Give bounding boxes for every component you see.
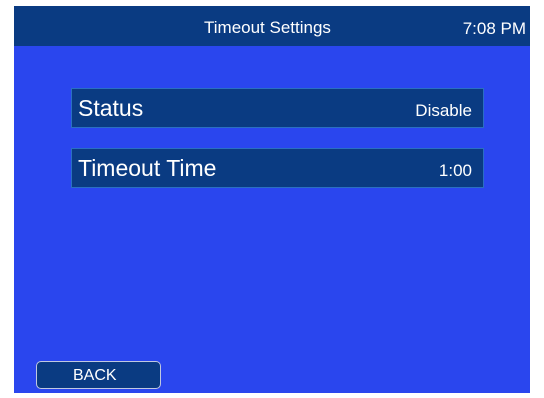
timeout-time-setting-row[interactable]: Timeout Time 1:00 [71, 148, 484, 188]
status-label: Status [78, 95, 144, 121]
status-value: Disable [415, 101, 472, 120]
timeout-time-label: Timeout Time [78, 155, 217, 181]
timeout-time-value: 1:00 [438, 161, 472, 180]
status-setting-row[interactable]: Status Disable [71, 88, 484, 128]
back-button-label: BACK [73, 367, 117, 384]
timeout-settings-panel: Timeout Settings 7:08 PM Status Disable … [14, 6, 530, 393]
title-bar: Timeout Settings 7:08 PM [14, 6, 530, 46]
back-button[interactable]: BACK [36, 361, 161, 389]
device-screen: Timeout Settings 7:08 PM Status Disable … [0, 0, 544, 398]
clock: 7:08 PM [462, 19, 526, 38]
page-title: Timeout Settings [204, 18, 331, 37]
